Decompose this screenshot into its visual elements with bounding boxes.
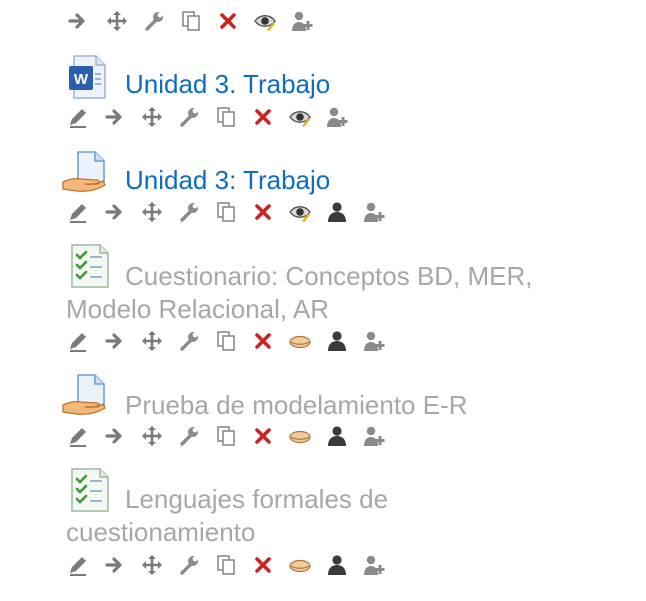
hidden-eye-closed-icon[interactable] (288, 329, 312, 353)
settings-wrench-icon[interactable] (177, 200, 201, 224)
activity-5-name-line1[interactable]: Lenguajes formales de (125, 483, 388, 516)
move-right-icon[interactable] (103, 105, 127, 129)
assign-roles-icon[interactable] (362, 200, 386, 224)
activity-0-toolbar (66, 9, 327, 33)
move-right-icon[interactable] (103, 553, 127, 577)
activity-1-link[interactable]: Unidad 3. Trabajo (125, 68, 330, 101)
move-icon[interactable] (140, 553, 164, 577)
assign-roles-icon[interactable] (362, 424, 386, 448)
delete-icon[interactable] (251, 553, 275, 577)
activity-4-toolbar (66, 424, 399, 448)
group-mode-person-icon[interactable] (325, 424, 349, 448)
show-hide-eye-icon[interactable] (253, 9, 277, 33)
quiz-icon (68, 467, 114, 513)
show-hide-eye-icon[interactable] (288, 105, 312, 129)
assign-roles-icon[interactable] (325, 105, 349, 129)
assign-roles-icon[interactable] (362, 553, 386, 577)
move-right-icon[interactable] (103, 200, 127, 224)
edit-title-pencil-icon[interactable] (66, 553, 90, 577)
assignment-icon (62, 373, 108, 419)
settings-wrench-icon[interactable] (177, 105, 201, 129)
delete-icon[interactable] (251, 424, 275, 448)
hidden-eye-closed-icon[interactable] (288, 424, 312, 448)
delete-icon[interactable] (216, 9, 240, 33)
move-icon[interactable] (105, 9, 129, 33)
group-mode-person-icon[interactable] (325, 329, 349, 353)
delete-icon[interactable] (251, 200, 275, 224)
duplicate-icon[interactable] (214, 200, 238, 224)
settings-wrench-icon[interactable] (177, 329, 201, 353)
settings-wrench-icon[interactable] (142, 9, 166, 33)
activity-4-name[interactable]: Prueba de modelamiento E-R (125, 389, 468, 422)
hidden-eye-closed-icon[interactable] (288, 553, 312, 577)
edit-title-pencil-icon[interactable] (66, 329, 90, 353)
group-mode-person-icon[interactable] (325, 553, 349, 577)
move-right-icon[interactable] (103, 424, 127, 448)
edit-title-pencil-icon[interactable] (66, 424, 90, 448)
delete-icon[interactable] (251, 105, 275, 129)
activity-2-toolbar (66, 200, 399, 224)
activity-5-toolbar (66, 553, 399, 577)
move-icon[interactable] (140, 329, 164, 353)
duplicate-icon[interactable] (179, 9, 203, 33)
group-mode-person-icon[interactable] (325, 200, 349, 224)
settings-wrench-icon[interactable] (177, 553, 201, 577)
delete-icon[interactable] (251, 329, 275, 353)
svg-text:W: W (74, 71, 89, 88)
move-icon[interactable] (140, 200, 164, 224)
move-right-icon[interactable] (66, 9, 90, 33)
duplicate-icon[interactable] (214, 105, 238, 129)
word-document-icon: W (66, 54, 112, 100)
assign-roles-icon[interactable] (290, 9, 314, 33)
show-hide-eye-icon[interactable] (288, 200, 312, 224)
assignment-icon (62, 150, 108, 196)
activity-3-name-line2[interactable]: Modelo Relacional, AR (66, 293, 329, 326)
move-icon[interactable] (140, 105, 164, 129)
activity-3-name-line1[interactable]: Cuestionario: Conceptos BD, MER, (125, 260, 533, 293)
duplicate-icon[interactable] (214, 424, 238, 448)
edit-title-pencil-icon[interactable] (66, 200, 90, 224)
duplicate-icon[interactable] (214, 329, 238, 353)
activity-2-link[interactable]: Unidad 3: Trabajo (125, 164, 330, 197)
edit-title-pencil-icon[interactable] (66, 105, 90, 129)
settings-wrench-icon[interactable] (177, 424, 201, 448)
duplicate-icon[interactable] (214, 553, 238, 577)
move-icon[interactable] (140, 424, 164, 448)
activity-1-toolbar (66, 105, 362, 129)
quiz-icon (68, 243, 114, 289)
move-right-icon[interactable] (103, 329, 127, 353)
assign-roles-icon[interactable] (362, 329, 386, 353)
activity-3-toolbar (66, 329, 399, 353)
activity-5-name-line2[interactable]: cuestionamiento (66, 516, 255, 549)
